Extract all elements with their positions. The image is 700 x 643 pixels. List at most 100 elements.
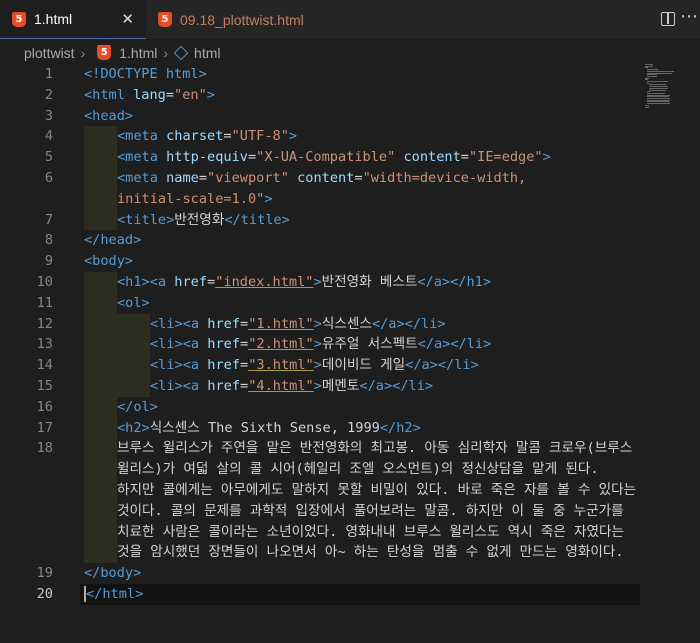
code-line[interactable]: 10 <h1><a href="index.html">반전영화 베스트</a><… (0, 271, 640, 293)
code-token: <li><a (150, 357, 208, 374)
code-text: initial-scale=1.0"> (117, 189, 273, 210)
line-number: 5 (44, 149, 53, 166)
code-line[interactable]: 치료한 사람은 콜이라는 소년이었다. 영화내내 브루스 윌리스도 역시 죽은 … (0, 521, 640, 543)
html5-icon: 5 (97, 45, 112, 60)
line-number: 13 (36, 336, 53, 353)
line-number: 1 (44, 66, 53, 82)
line-number: 9 (44, 253, 53, 270)
code-text: <meta http-equiv="X-UA-Compatible" conte… (117, 147, 551, 168)
line-number: 15 (36, 377, 53, 394)
code-token: </title> (224, 211, 290, 228)
line-number: 2 (44, 86, 53, 103)
code-text: </body> (84, 563, 141, 584)
code-line[interactable]: 7 <title>반전영화</title> (0, 209, 640, 231)
code-line[interactable]: 3 <head> (0, 106, 640, 127)
code-text: <title>반전영화</title> (117, 210, 290, 231)
indent-guide (84, 147, 117, 168)
code-token: </html> (86, 585, 144, 602)
code-token: "1.html" (248, 315, 314, 332)
indent-guide (84, 375, 117, 397)
code-line[interactable]: 12 <li><a href="1.html">식스센스</a></li> (0, 313, 640, 335)
code-line[interactable]: 것이다. 콜의 문제를 과학적 입장에서 풀어보려는 말콤. 하지만 이 둘 중… (0, 500, 640, 522)
code-token: 반전영화 (174, 211, 225, 228)
code-token: = (460, 149, 469, 166)
code-token: 하지만 콜에게는 아무에게도 말하지 못할 비밀이 있다. 바로 죽은 자를 볼… (117, 481, 637, 498)
code-token: href (207, 357, 241, 374)
indent-guide (117, 375, 150, 397)
code-token: > (313, 377, 322, 394)
code-token: <meta (117, 169, 167, 186)
code-line[interactable]: 5 <meta http-equiv="X-UA-Compatible" cont… (0, 147, 640, 168)
code-token: <h2> (117, 419, 150, 436)
code-token: </ol> (117, 398, 158, 415)
code-token: > (264, 190, 273, 207)
code-token: <meta (117, 149, 167, 166)
indent-guide (84, 479, 117, 501)
tab-plottwist-html[interactable]: 5 09.18_plottwist.html (146, 0, 366, 39)
code-line[interactable]: 2 <html lang="en"> (0, 85, 640, 106)
code-token: 치료한 사람은 콜이라는 소년이었다. 영화내내 브루스 윌리스도 역시 죽은 … (117, 523, 625, 540)
code-line[interactable]: 18 브루스 윌리스가 주연을 맡은 반전영화의 최고봉. 아동 심리학자 말콤 … (0, 438, 640, 460)
indent-guide (84, 271, 117, 293)
code-line[interactable]: initial-scale=1.0"> (0, 188, 640, 210)
code-line[interactable]: 것을 암시했던 장면들이 나오면서 아~ 하는 탄성을 멈출 수 없게 만드는 … (0, 542, 640, 564)
code-token: > (313, 336, 322, 353)
code-line[interactable]: 윌리스)가 여덟 살의 콜 시어(헤일리 조엘 오스먼트)의 정신상담을 맡게 … (0, 459, 640, 480)
tab-label: 09.18_plottwist.html (180, 11, 304, 28)
code-line[interactable]: 11 <ol> (0, 292, 640, 314)
code-token: "en" (174, 86, 207, 103)
code-token: http-equiv (166, 149, 248, 166)
more-actions-icon[interactable]: ⋯ (680, 6, 698, 27)
indent-guide (84, 334, 117, 356)
split-editor-icon[interactable] (661, 12, 675, 26)
code-token: "2.html" (248, 336, 314, 353)
line-number: 3 (44, 107, 53, 124)
code-text: </ol> (117, 397, 158, 418)
minimap[interactable] (645, 64, 690, 109)
code-token: </h2> (379, 419, 421, 436)
code-text: <li><a href="2.html">유주얼 서스펙트</a></li> (150, 334, 491, 355)
close-icon[interactable]: ✕ (121, 10, 134, 28)
code-editor[interactable]: 1 <!DOCTYPE html> 2 <html lang="en"> 3 <head>… (0, 64, 640, 605)
code-line[interactable]: 19 </body> (0, 563, 640, 584)
breadcrumb-symbol[interactable]: html (194, 45, 220, 61)
code-line[interactable]: 1 <!DOCTYPE html> (0, 64, 640, 85)
code-token: > (288, 128, 298, 145)
breadcrumb: plottwist › 5 1.html › html (0, 39, 700, 66)
code-line[interactable]: 하지만 콜에게는 아무에게도 말하지 못할 비밀이 있다. 바로 죽은 자를 볼… (0, 479, 640, 501)
code-line[interactable]: 15 <li><a href="4.html">메멘토</a></li> (0, 375, 640, 397)
code-token: href (207, 315, 241, 332)
code-line[interactable]: 13 <li><a href="2.html">유주얼 서스펙트</a></li> (0, 334, 640, 356)
code-token: <li><a (150, 315, 208, 332)
line-number: 6 (44, 169, 53, 186)
tab-1-html[interactable]: 5 1.html ✕ (0, 0, 146, 39)
code-token: </a></li> (371, 315, 446, 332)
code-token: </head> (84, 232, 142, 249)
code-token: 메멘토 (321, 377, 360, 394)
code-token: initial-scale=1.0" (117, 190, 265, 207)
code-line[interactable]: 4 <meta charset="UTF-8"> (0, 126, 640, 148)
indent-guide (117, 334, 150, 356)
indent-guide (84, 542, 117, 564)
code-text: <li><a href="3.html">데이비드 게일</a></li> (150, 355, 479, 376)
code-line[interactable]: 9 <body> (0, 251, 640, 272)
code-token: <ol> (117, 294, 150, 311)
code-token: 윌리스)가 여덟 살의 콜 시어(헤일리 조엘 오스먼트)의 정신상담을 맡게 … (117, 461, 599, 478)
indent-guide (84, 500, 117, 522)
code-token: = (240, 357, 249, 374)
code-token: 식스센스 The Sixth Sense, 1999 (149, 419, 380, 436)
code-line[interactable]: 17 <h2>식스센스 The Sixth Sense, 1999</h2> (0, 417, 640, 439)
code-line[interactable]: 16 </ol> (0, 396, 640, 418)
code-token: <!DOCTYPE html> (84, 66, 207, 82)
current-line-highlight (80, 583, 640, 605)
code-line[interactable]: 14 <li><a href="3.html">데이비드 게일</a></li> (0, 355, 640, 376)
code-line[interactable]: 8 </head> (0, 230, 640, 251)
breadcrumb-file[interactable]: 1.html (119, 45, 157, 61)
code-token: = (240, 336, 249, 353)
code-line[interactable]: 6 <meta name="viewport" content="width=de… (0, 167, 640, 189)
code-token: "4.html" (248, 377, 314, 394)
code-token: lang (133, 86, 166, 103)
breadcrumb-folder[interactable]: plottwist (24, 45, 75, 61)
html5-icon: 5 (158, 12, 172, 27)
code-line[interactable]: 20 </html> (0, 583, 640, 605)
